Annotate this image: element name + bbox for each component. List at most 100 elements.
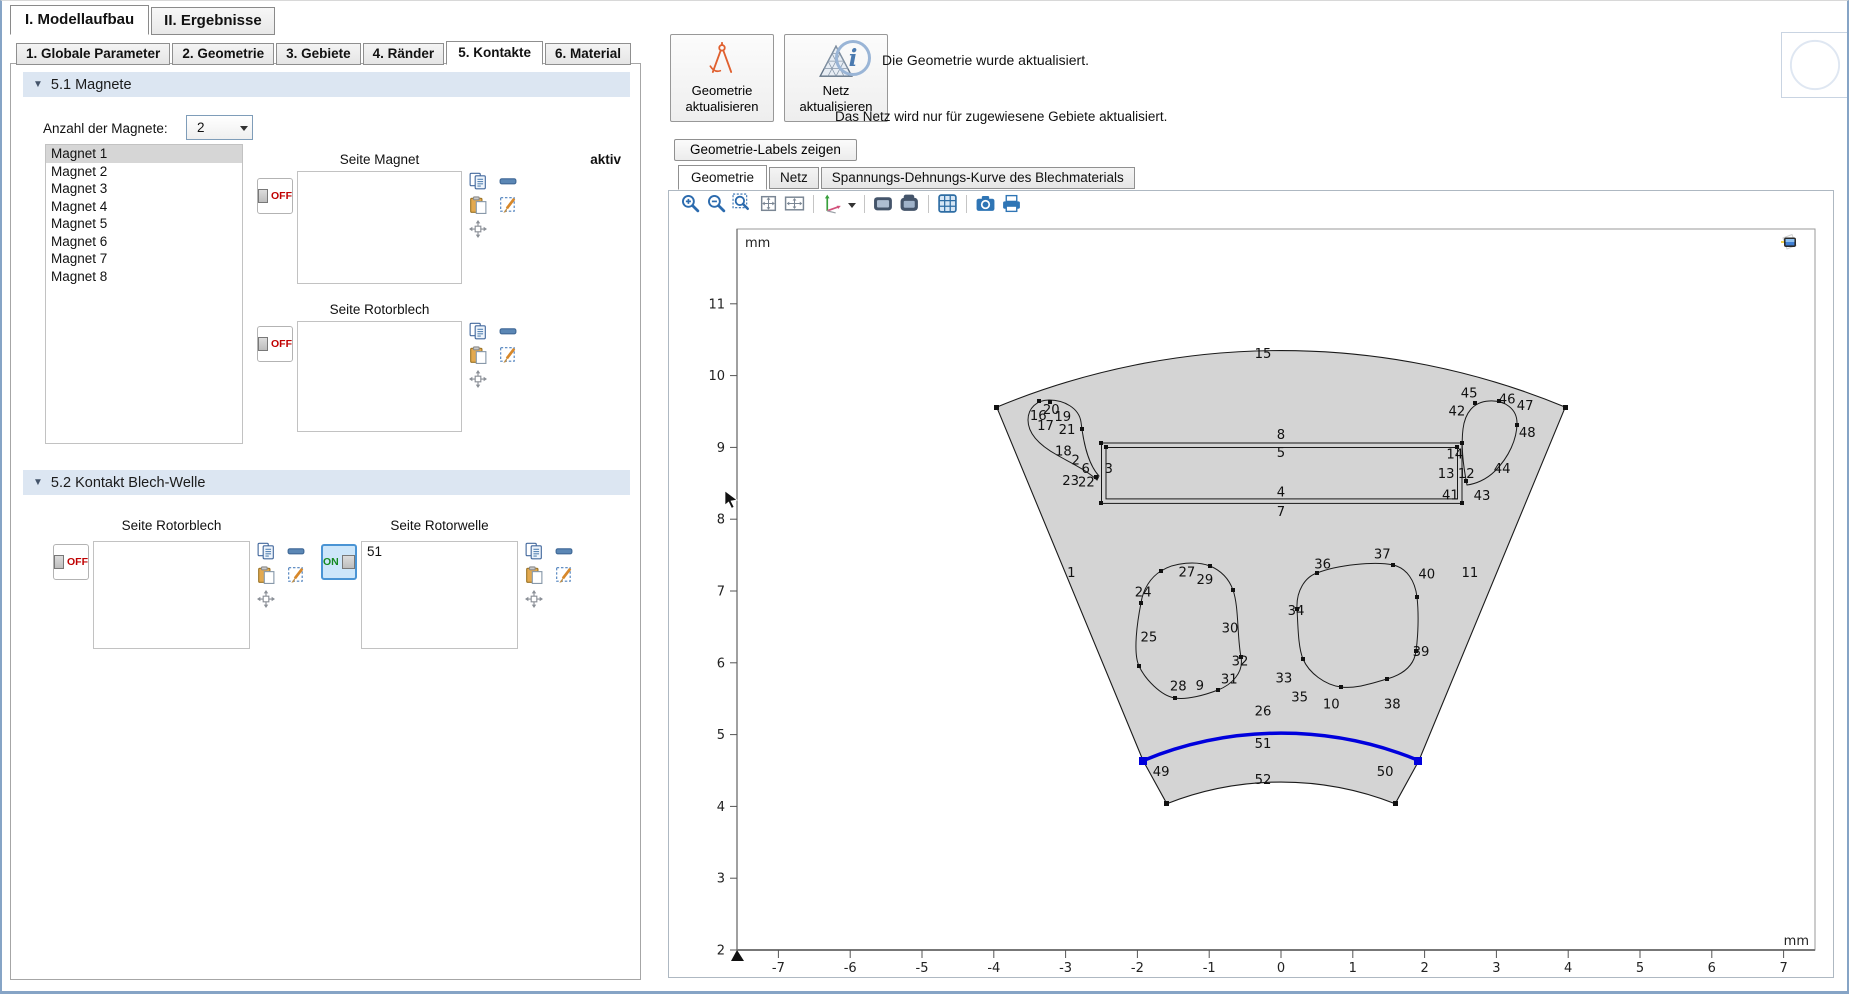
image-export-icon[interactable] [899, 193, 920, 214]
svg-text:4: 4 [717, 800, 725, 815]
step-tab-6[interactable]: 6. Material [545, 43, 631, 65]
geometrie-labels-zeigen-button[interactable]: Geometrie-Labels zeigen [674, 139, 857, 161]
combo-value: 2 [187, 120, 236, 135]
model-step-tab-bar: 1. Globale Parameter2. Geometrie3. Gebie… [16, 41, 633, 65]
list-item[interactable]: Magnet 6 [46, 233, 242, 251]
svg-text:11: 11 [708, 297, 725, 312]
zoom-extents-icon[interactable] [758, 193, 779, 214]
zoom-extents-icon[interactable] [469, 370, 487, 388]
list-item[interactable]: Magnet 7 [46, 250, 242, 268]
seite-magnet-selection-box[interactable] [297, 171, 462, 284]
main-tab-2[interactable]: II. Ergebnisse [151, 7, 275, 35]
svg-text:35: 35 [1291, 690, 1308, 705]
kontakt-rotorwelle-selection-box[interactable]: 51 [361, 541, 518, 649]
list-item[interactable]: Magnet 4 [46, 198, 242, 216]
svg-text:42: 42 [1449, 405, 1466, 420]
zoom-out-icon[interactable] [706, 193, 727, 214]
graphics-tab-2[interactable]: Netz [769, 167, 819, 189]
aktiv-label: aktiv [569, 152, 621, 167]
svg-text:29: 29 [1197, 573, 1214, 588]
svg-text:-7: -7 [772, 961, 785, 975]
clear-selection-icon[interactable] [555, 566, 573, 584]
section-header-magnete[interactable]: ▼ 5.1 Magnete [23, 72, 630, 97]
collapse-triangle-icon: ▼ [33, 477, 43, 488]
zoom-selected-icon[interactable] [784, 193, 805, 214]
svg-text:11: 11 [1461, 566, 1478, 581]
remove-icon[interactable] [555, 542, 573, 560]
zoom-in-icon[interactable] [680, 193, 701, 214]
svg-text:-2: -2 [1131, 961, 1144, 975]
paste-icon[interactable] [257, 566, 275, 584]
clear-selection-icon[interactable] [287, 566, 305, 584]
list-item[interactable]: Magnet 3 [46, 180, 242, 198]
svg-text:2: 2 [1071, 453, 1079, 468]
clear-selection-icon[interactable] [499, 196, 517, 214]
kontakt-rotorwelle-actions [525, 542, 575, 608]
geometrie-aktualisieren-button[interactable]: Geometrie aktualisieren [670, 34, 774, 122]
toggle-seite-magnet-off[interactable]: OFF [257, 178, 293, 214]
list-item[interactable]: Magnet 1 [46, 145, 242, 163]
remove-icon[interactable] [287, 542, 305, 560]
image-snapshot-icon[interactable] [873, 193, 894, 214]
view-orientation-icon[interactable] [822, 193, 843, 214]
svg-text:8: 8 [717, 513, 725, 528]
list-item[interactable]: Magnet 8 [46, 268, 242, 286]
step-tab-2[interactable]: 2. Geometrie [172, 43, 274, 65]
svg-text:25: 25 [1140, 631, 1157, 646]
toggle-seite-rotorblech-off[interactable]: OFF [257, 326, 293, 362]
camera-icon[interactable] [975, 193, 996, 214]
checkbox-icon [258, 337, 268, 351]
step-tab-4[interactable]: 4. Ränder [363, 43, 445, 65]
anzahl-magnete-select[interactable]: 2 [186, 115, 253, 140]
step-tab-1[interactable]: 1. Globale Parameter [16, 43, 170, 65]
zoom-box-icon[interactable] [732, 193, 753, 214]
copy-icon[interactable] [469, 172, 487, 190]
svg-text:9: 9 [717, 441, 725, 456]
copy-icon[interactable] [469, 322, 487, 340]
paste-icon[interactable] [469, 346, 487, 364]
svg-text:28: 28 [1170, 679, 1187, 694]
copy-icon[interactable] [525, 542, 543, 560]
remove-icon[interactable] [499, 322, 517, 340]
copy-icon[interactable] [257, 542, 275, 560]
toggle-kontakt-rotorblech-off[interactable]: OFF [53, 544, 89, 580]
paste-icon[interactable] [525, 566, 543, 584]
zoom-extents-icon[interactable] [525, 590, 543, 608]
svg-text:7: 7 [1277, 505, 1285, 520]
remove-icon[interactable] [499, 172, 517, 190]
clear-selection-icon[interactable] [499, 346, 517, 364]
step-tab-3[interactable]: 3. Gebiete [276, 43, 361, 65]
graphics-tab-3[interactable]: Spannungs-Dehnungs-Kurve des Blechmateri… [821, 167, 1135, 189]
grid-icon[interactable] [937, 193, 958, 214]
svg-text:47: 47 [1517, 399, 1534, 414]
section-header-kontakt[interactable]: ▼ 5.2 Kontakt Blech-Welle [23, 470, 630, 495]
svg-text:5: 5 [1277, 446, 1285, 461]
svg-text:12: 12 [1458, 467, 1475, 482]
list-item[interactable]: Magnet 2 [46, 163, 242, 181]
magnet-listbox[interactable]: Magnet 1Magnet 2Magnet 3Magnet 4Magnet 5… [45, 144, 243, 444]
print-icon[interactable] [1001, 193, 1022, 214]
paste-icon[interactable] [469, 196, 487, 214]
zoom-extents-icon[interactable] [257, 590, 275, 608]
zoom-extents-icon[interactable] [469, 220, 487, 238]
x-axis-ticks: -7-6-5-4-3-2-101234567 [772, 950, 1788, 975]
list-item[interactable]: Magnet 5 [46, 215, 242, 233]
toggle-kontakt-rotorwelle-on[interactable]: ON [321, 544, 357, 580]
kontakt-rotorblech-selection-box[interactable] [93, 541, 250, 649]
dropdown-caret-icon[interactable] [848, 203, 856, 212]
geometry-plot[interactable]: -7-6-5-4-3-2-101234567 234567891011 mm m… [669, 217, 1833, 975]
svg-text:14: 14 [1446, 448, 1463, 463]
svg-text:32: 32 [1232, 654, 1249, 669]
graphics-tab-1[interactable]: Geometrie [678, 165, 767, 190]
step-tab-5[interactable]: 5. Kontakte [446, 41, 543, 65]
selection-entry[interactable]: 51 [362, 542, 517, 561]
seite-magnet-caption: Seite Magnet [297, 152, 462, 167]
svg-text:41: 41 [1442, 489, 1459, 504]
svg-text:21: 21 [1059, 423, 1076, 438]
main-tab-1[interactable]: I. Modellaufbau [10, 5, 149, 35]
svg-text:24: 24 [1135, 585, 1152, 600]
seite-rotorblech-selection-box[interactable] [297, 321, 462, 432]
chevron-down-icon [236, 121, 252, 135]
checkbox-icon [54, 555, 64, 569]
svg-text:34: 34 [1288, 604, 1305, 619]
